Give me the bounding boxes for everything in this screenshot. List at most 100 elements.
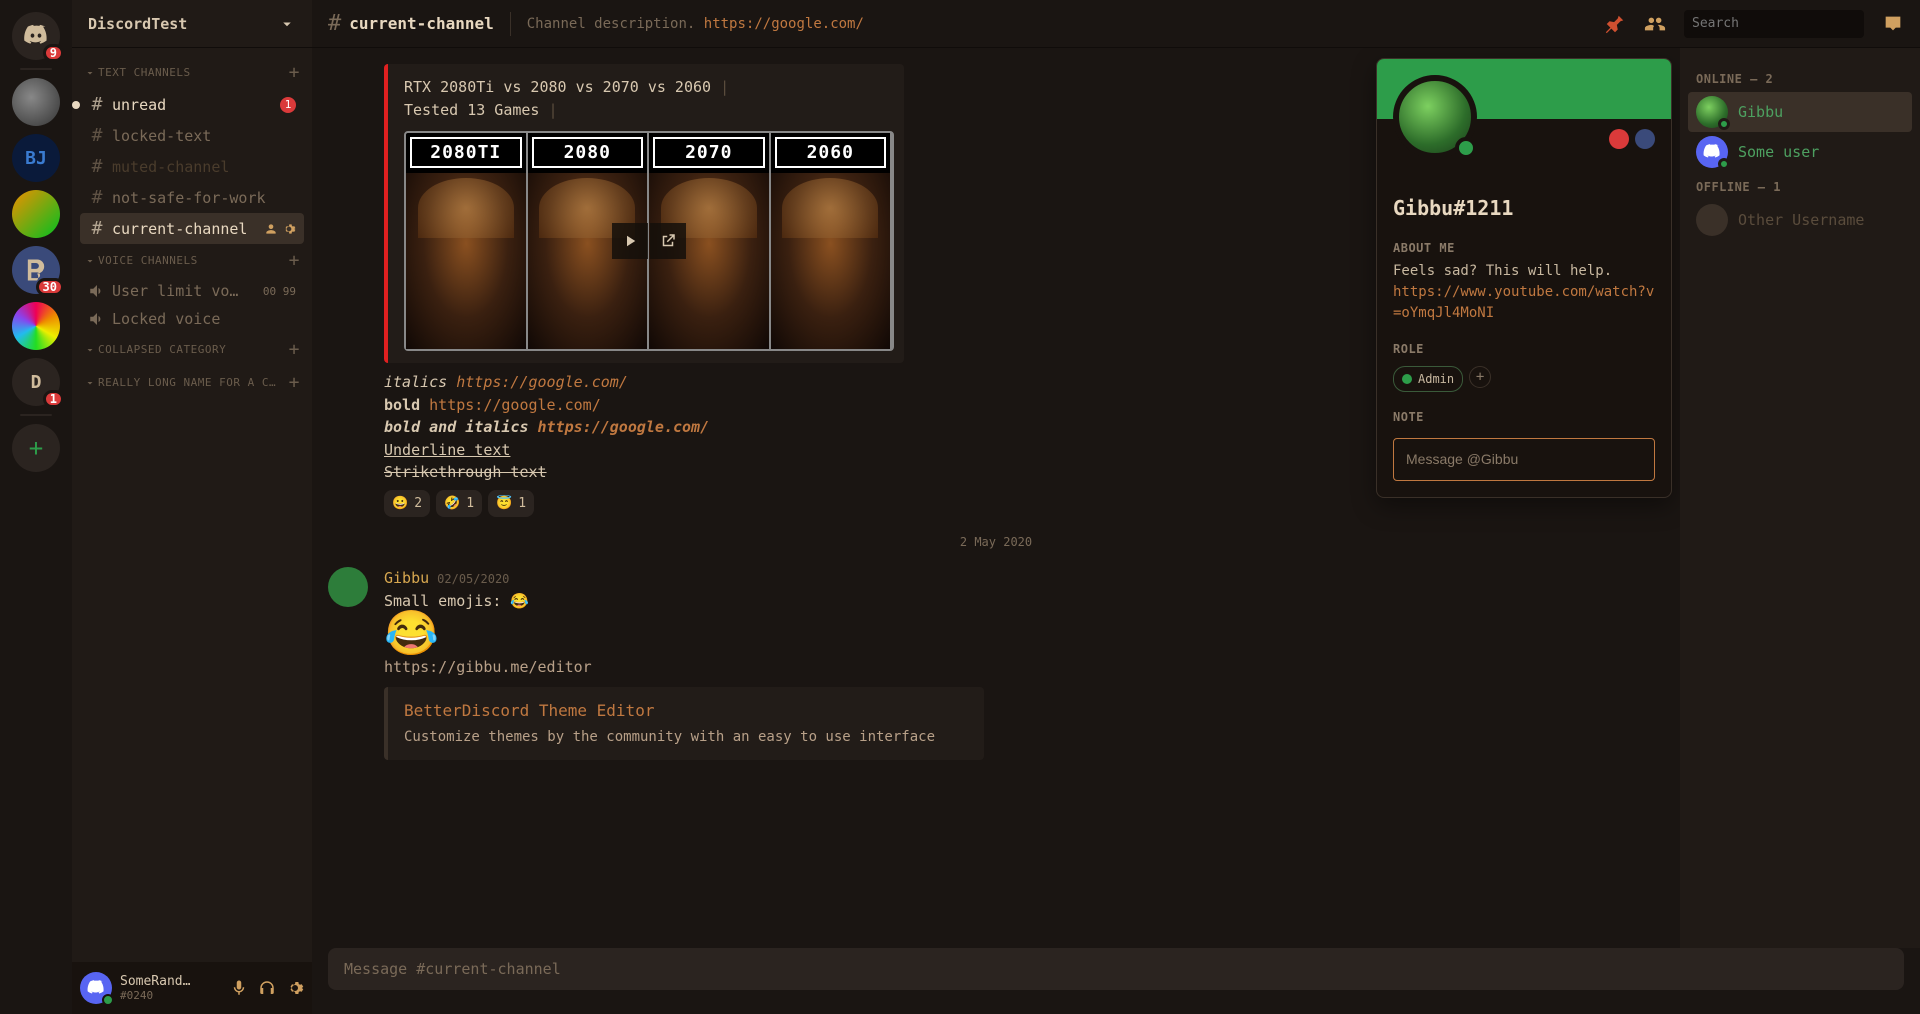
message-timestamp: 02/05/2020 (437, 570, 509, 588)
channel-item[interactable]: Locked voice (80, 305, 304, 333)
badge-icon (1609, 129, 1629, 149)
message-author[interactable]: Gibbu (384, 567, 429, 590)
message-content: Small emojis: 😂 (384, 590, 1664, 613)
embed-title[interactable]: BetterDiscord Theme Editor (404, 699, 968, 723)
embed-title: RTX 2080Ti vs 2080 vs 2070 vs 2060 |Test… (404, 76, 888, 121)
server-icon[interactable]: BJ (12, 134, 60, 182)
profile-username: Gibbu#1211 (1393, 193, 1655, 223)
category-header[interactable]: REALLY LONG NAME FOR A C…+ (80, 366, 304, 399)
reaction[interactable]: 😇1 (488, 490, 534, 518)
status-dot (1455, 137, 1477, 159)
server-name: DiscordTest (88, 15, 187, 33)
topic-link[interactable]: https://google.com/ (704, 16, 864, 32)
reaction[interactable]: 😀2 (384, 490, 430, 518)
channel-item[interactable]: User limit vo…00 99 (80, 277, 304, 305)
channel-item[interactable]: #muted-channel (80, 151, 304, 182)
self-avatar[interactable] (80, 972, 112, 1004)
channel-list: TEXT CHANNELS+#unread1#locked-text#muted… (72, 48, 312, 962)
self-tag: #0240 (120, 989, 222, 1002)
video-thumbnail[interactable]: 2080TI 2080 2070 2060 (404, 131, 894, 351)
search-box[interactable] (1684, 10, 1864, 38)
member-name: Gibbu (1738, 103, 1783, 121)
add-role-button[interactable]: + (1469, 366, 1491, 388)
hash-icon: # (328, 11, 341, 36)
play-overlay[interactable] (612, 223, 686, 259)
members-icon[interactable] (1644, 13, 1666, 35)
category-header[interactable]: VOICE CHANNELS+ (80, 244, 304, 277)
member-item[interactable]: Other Username (1688, 200, 1912, 240)
profile-message-input[interactable]: Message @Gibbu (1393, 438, 1655, 481)
members-offline-header: OFFLINE — 1 (1688, 180, 1912, 194)
role-chip[interactable]: Admin (1393, 366, 1463, 392)
channel-item[interactable]: #current-channel (80, 213, 304, 244)
self-names: SomeRand… #0240 (120, 974, 222, 1002)
member-item[interactable]: Some user (1688, 132, 1912, 172)
main-column: # current-channel Channel description. h… (312, 0, 1920, 1014)
note-label: NOTE (1393, 408, 1655, 426)
member-avatar (1696, 204, 1728, 236)
status-dot (102, 994, 114, 1006)
message-input-area: Message #current-channel (312, 948, 1920, 1014)
add-server-button[interactable]: + (12, 424, 60, 472)
channel-sidebar: DiscordTest TEXT CHANNELS+#unread1#locke… (72, 0, 312, 1014)
message-input[interactable]: Message #current-channel (328, 948, 1904, 990)
inbox-icon[interactable] (1882, 13, 1904, 35)
user-profile-popout: Gibbu#1211 ABOUT ME Feels sad? This will… (1376, 58, 1672, 498)
server-bar: 9 BJ 30 D1 + (0, 0, 72, 1014)
search-input[interactable] (1692, 16, 1861, 31)
server-badge: 1 (43, 390, 64, 408)
member-name: Other Username (1738, 211, 1864, 229)
add-channel-icon[interactable]: + (289, 250, 300, 271)
member-item[interactable]: Gibbu (1688, 92, 1912, 132)
channel-item[interactable]: #not-safe-for-work (80, 182, 304, 213)
members-online-header: ONLINE — 2 (1688, 72, 1912, 86)
member-avatar (1696, 136, 1728, 168)
server-separator (20, 68, 52, 70)
server-icon[interactable] (12, 302, 60, 350)
channel-item[interactable]: #unread1 (80, 89, 304, 120)
member-avatar (1696, 96, 1728, 128)
role-label: ROLE (1393, 340, 1655, 358)
server-icon[interactable]: 30 (12, 246, 60, 294)
reaction[interactable]: 🤣1 (436, 490, 482, 518)
add-channel-icon[interactable]: + (289, 339, 300, 360)
message: Gibbu 02/05/2020 Small emojis: 😂 😂 https:… (328, 567, 1664, 760)
header-divider (510, 12, 511, 36)
embed-description: Customize themes by the community with a… (404, 727, 968, 748)
server-icon[interactable] (12, 190, 60, 238)
server-header[interactable]: DiscordTest (72, 0, 312, 48)
link-embed: BetterDiscord Theme Editor Customize the… (384, 687, 984, 760)
date-divider: 2 May 2020 (328, 533, 1664, 551)
category-header[interactable]: COLLAPSED CATEGORY+ (80, 333, 304, 366)
headphones-icon[interactable] (258, 979, 276, 997)
message-link[interactable]: https://gibbu.me/editor (384, 656, 1664, 679)
chevron-down-icon (278, 15, 296, 33)
server-badge: 30 (36, 278, 64, 296)
self-username: SomeRand… (120, 974, 222, 989)
channel-topic: Channel description. https://google.com/ (527, 16, 864, 32)
gear-icon[interactable] (286, 979, 304, 997)
member-list: ONLINE — 2 Gibbu Some user OFFLINE — 1 O… (1680, 48, 1920, 948)
pinned-icon[interactable] (1604, 13, 1626, 35)
add-channel-icon[interactable]: + (289, 62, 300, 83)
author-avatar[interactable] (328, 567, 368, 607)
home-button[interactable]: 9 (12, 12, 60, 60)
member-name: Some user (1738, 143, 1819, 161)
mic-icon[interactable] (230, 979, 248, 997)
home-badge: 9 (43, 44, 64, 62)
user-panel: SomeRand… #0240 (72, 962, 312, 1014)
video-embed: RTX 2080Ti vs 2080 vs 2070 vs 2060 |Test… (384, 64, 904, 363)
server-icon[interactable] (12, 78, 60, 126)
message-list: RTX 2080Ti vs 2080 vs 2070 vs 2060 |Test… (312, 48, 1680, 948)
server-icon[interactable]: D1 (12, 358, 60, 406)
play-icon (621, 232, 639, 250)
category-header[interactable]: TEXT CHANNELS+ (80, 56, 304, 89)
big-emoji: 😂 (384, 612, 1664, 656)
channel-header: # current-channel Channel description. h… (312, 0, 1920, 48)
channel-name: current-channel (349, 14, 494, 33)
badge-icon (1635, 129, 1655, 149)
about-label: ABOUT ME (1393, 239, 1655, 257)
add-channel-icon[interactable]: + (289, 372, 300, 393)
channel-item[interactable]: #locked-text (80, 120, 304, 151)
about-link[interactable]: https://www.youtube.com/watch?v=oYmqJl4M… (1393, 284, 1654, 321)
